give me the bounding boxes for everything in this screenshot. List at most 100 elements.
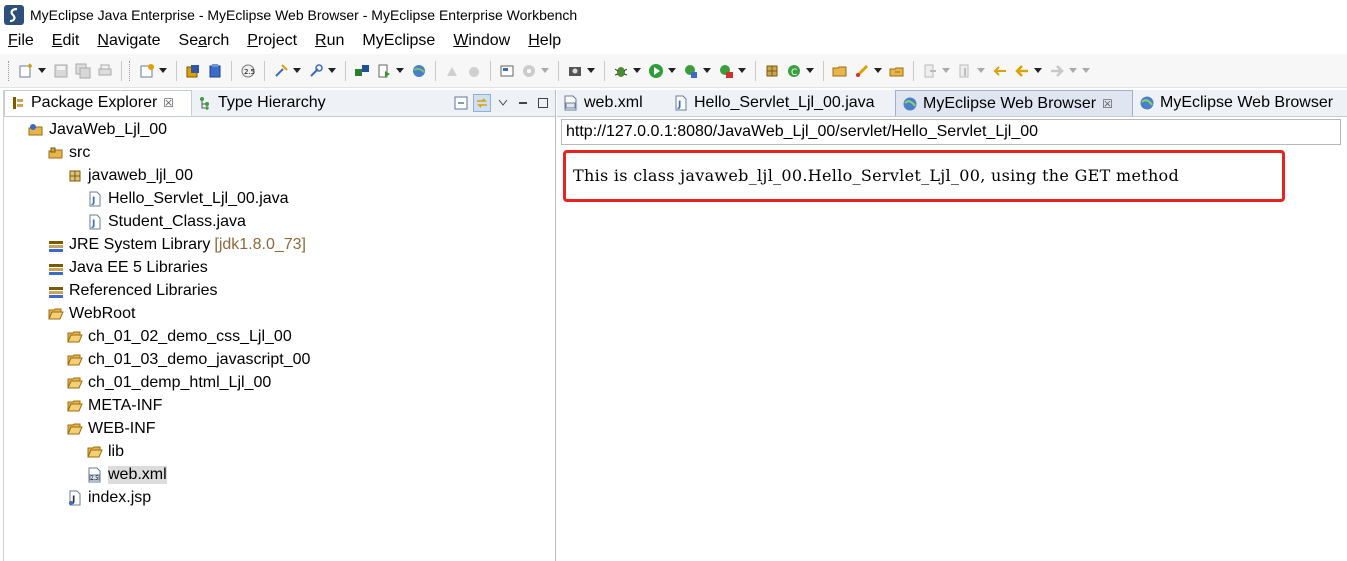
prev-annotation-dropdown-icon[interactable] xyxy=(977,68,985,73)
tree-item-web-inf[interactable]: WEB-INF xyxy=(67,417,156,440)
menu-search[interactable]: Search xyxy=(179,30,230,52)
title-bar: MyEclipse Java Enterprise - MyEclipse We… xyxy=(0,0,1347,30)
screenshot-icon[interactable] xyxy=(566,62,584,80)
tree-item-javaee-libraries[interactable]: Java EE 5 Libraries xyxy=(48,256,208,279)
manage-deployments-icon[interactable] xyxy=(353,62,371,80)
tree-item-src[interactable]: src xyxy=(48,141,90,164)
back-dropdown-icon[interactable] xyxy=(1034,68,1042,73)
menu-myeclipse[interactable]: MyEclipse xyxy=(362,30,435,52)
next-annotation-icon[interactable] xyxy=(921,62,939,80)
maximize-icon[interactable] xyxy=(535,95,551,111)
open-folder-icon[interactable] xyxy=(831,62,849,80)
refactor-icon[interactable] xyxy=(272,62,290,80)
menu-help[interactable]: Help xyxy=(528,30,561,52)
tree-item-index-jsp[interactable]: J index.jsp xyxy=(67,486,151,509)
server-icon[interactable] xyxy=(206,62,224,80)
tree-item-html-folder[interactable]: ch_01_demp_html_Ljl_00 xyxy=(67,371,271,394)
new-java-class-dropdown-icon[interactable] xyxy=(806,68,814,73)
rocket-dropdown-icon[interactable] xyxy=(874,68,882,73)
open-type-dropdown-icon[interactable] xyxy=(328,68,336,73)
folder-icon xyxy=(67,329,83,345)
tab-web-xml[interactable]: web.xml xyxy=(557,90,649,116)
print-icon[interactable] xyxy=(96,62,114,80)
rocket-icon[interactable] xyxy=(853,62,871,80)
external-tools-dropdown-icon[interactable] xyxy=(738,68,746,73)
browser-icon[interactable] xyxy=(410,62,428,80)
new-dropdown-icon[interactable] xyxy=(38,68,46,73)
close-icon[interactable]: ☒ xyxy=(1102,97,1113,111)
last-edit-icon[interactable] xyxy=(991,62,1009,80)
url-input[interactable]: http://127.0.0.1:8080/JavaWeb_Ljl_00/ser… xyxy=(561,119,1341,145)
new-wizard-icon[interactable] xyxy=(138,62,156,80)
new-java-package-icon[interactable] xyxy=(763,62,781,80)
tree-item-web-xml[interactable]: 2.5 web.xml xyxy=(87,463,167,486)
save-icon[interactable] xyxy=(52,62,70,80)
tree-item-package[interactable]: javaweb_ljl_00 xyxy=(67,164,193,187)
tree-item-project[interactable]: JavaWeb_Ljl_00 xyxy=(28,118,167,141)
menu-run[interactable]: Run xyxy=(315,30,344,52)
forward-icon[interactable] xyxy=(1048,62,1066,80)
toolbar-separator xyxy=(913,60,914,81)
menu-navigate[interactable]: Navigate xyxy=(97,30,160,52)
menu-window[interactable]: Window xyxy=(453,30,510,52)
disabled-tool-icon[interactable] xyxy=(443,62,461,80)
save-all-icon[interactable] xyxy=(74,62,92,80)
menu-project[interactable]: Project xyxy=(247,30,297,52)
run-dropdown-icon[interactable] xyxy=(668,68,676,73)
tree-item-javascript-folder[interactable]: ch_01_03_demo_javascript_00 xyxy=(67,348,310,371)
debug-dropdown-icon[interactable] xyxy=(633,68,641,73)
view-menu-icon[interactable] xyxy=(495,95,511,111)
open-type-icon[interactable] xyxy=(307,62,325,80)
debug-icon[interactable] xyxy=(612,62,630,80)
tree-item-meta-inf[interactable]: META-INF xyxy=(67,394,162,417)
back-icon[interactable] xyxy=(1013,62,1031,80)
toolbar-separator xyxy=(558,60,559,81)
tree-item-hello-servlet[interactable]: J Hello_Servlet_Ljl_00.java xyxy=(87,187,289,210)
run-icon[interactable] xyxy=(647,62,665,80)
package-explorer-icon xyxy=(13,97,23,109)
new-wizard-dropdown-icon[interactable] xyxy=(159,68,167,73)
close-icon[interactable]: ☒ xyxy=(163,96,174,110)
toolbar-grip[interactable] xyxy=(8,60,12,81)
web-services-dropdown-icon[interactable] xyxy=(541,68,549,73)
coverage-dropdown-icon[interactable] xyxy=(703,68,711,73)
toolbar-overflow-icon[interactable] xyxy=(1082,68,1090,73)
tree-item-student-class[interactable]: J Student_Class.java xyxy=(87,210,246,233)
coverage-icon[interactable] xyxy=(682,62,700,80)
run-server-dropdown-icon[interactable] xyxy=(396,68,404,73)
tree-item-webroot[interactable]: WebRoot xyxy=(48,302,135,325)
forward-dropdown-icon[interactable] xyxy=(1069,68,1077,73)
run-server-icon[interactable] xyxy=(375,62,393,80)
link-with-editor-icon[interactable] xyxy=(473,94,491,112)
tree-item-lib[interactable]: lib xyxy=(87,440,124,463)
deploy-icon[interactable] xyxy=(184,62,202,80)
tab-web-browser-active[interactable]: MyEclipse Web Browser ☒ xyxy=(895,90,1133,116)
next-annotation-dropdown-icon[interactable] xyxy=(942,68,950,73)
disabled-tool-2-icon[interactable] xyxy=(465,62,483,80)
tab-type-hierarchy[interactable]: Type Hierarchy xyxy=(192,90,332,116)
open-task-icon[interactable] xyxy=(888,62,906,80)
screenshot-dropdown-icon[interactable] xyxy=(587,68,595,73)
collapse-all-icon[interactable] xyxy=(453,95,469,111)
folder-open-icon xyxy=(48,306,64,322)
web-services-icon[interactable] xyxy=(520,62,538,80)
minimize-icon[interactable] xyxy=(515,95,531,111)
tree-item-jre-library[interactable]: JRE System Library [jdk1.8.0_73] xyxy=(48,233,306,256)
tree-item-css-folder[interactable]: ch_01_02_demo_css_Ljl_00 xyxy=(67,325,292,348)
new-icon[interactable] xyxy=(17,62,35,80)
view-controls xyxy=(453,94,551,112)
tree-item-referenced-libraries[interactable]: Referenced Libraries xyxy=(48,279,218,302)
open-perspective-icon[interactable] xyxy=(498,62,516,80)
menu-edit[interactable]: Edit xyxy=(52,30,80,52)
refactor-dropdown-icon[interactable] xyxy=(293,68,301,73)
tab-package-explorer[interactable]: Package Explorer ☒ xyxy=(4,90,192,116)
xml-file-icon xyxy=(563,95,579,111)
prev-annotation-icon[interactable] xyxy=(956,62,974,80)
toolbar-grip[interactable] xyxy=(129,60,133,81)
menu-file[interactable]: File xyxy=(8,30,34,52)
new-java-class-icon[interactable]: C xyxy=(785,62,803,80)
java-ee-icon[interactable]: 2.5 xyxy=(239,62,257,80)
tab-hello-servlet-java[interactable]: J Hello_Servlet_Ljl_00.java xyxy=(667,90,881,116)
tab-web-browser[interactable]: MyEclipse Web Browser xyxy=(1133,90,1339,116)
external-tools-icon[interactable] xyxy=(717,62,735,80)
